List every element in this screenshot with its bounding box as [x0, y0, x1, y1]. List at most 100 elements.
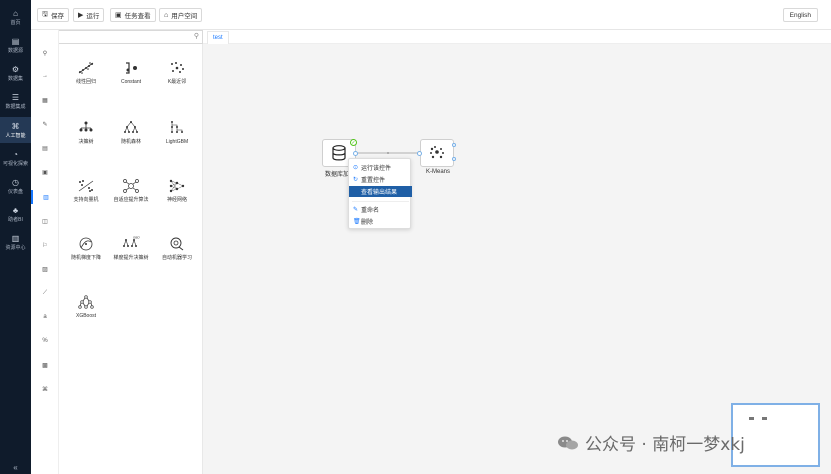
delete-icon: 🗑	[353, 219, 361, 225]
dataset-icon: ⚙	[11, 64, 20, 74]
nav-item-label: 可视化探索	[2, 160, 28, 167]
random-forest-icon	[124, 121, 138, 133]
output-port[interactable]	[353, 151, 358, 156]
component-constant[interactable]: Constant	[108, 60, 154, 104]
language-button[interactable]: English	[782, 8, 818, 22]
menu-item-run[interactable]: ⊙ 运行该控件	[349, 162, 412, 173]
linear-regression-icon	[78, 62, 94, 74]
category-search[interactable]: ⚲	[31, 46, 59, 60]
context-menu: ⊙ 运行该控件 ↻ 重置控件 查看输出结果 ✎ 重命名 🗑 删除	[348, 158, 412, 229]
ai-icon: ⌘	[11, 121, 20, 131]
nav-item-label: 助者BI	[8, 216, 23, 223]
nav-item-label: 人工智能	[5, 132, 26, 139]
component-sgd[interactable]: 随机梯度下降	[63, 236, 109, 280]
component-svm[interactable]: 支持向量机	[63, 178, 109, 222]
resource-icon: ▥	[11, 233, 20, 243]
home-icon: ⌂	[164, 11, 169, 19]
category-line[interactable]: ▨	[31, 262, 59, 276]
component-linear-regression[interactable]: 线性回归	[63, 60, 109, 104]
lightgbm-icon	[171, 121, 183, 133]
integration-icon: ☰	[11, 92, 20, 102]
node-label: K-Means	[426, 169, 451, 175]
component-random-forest[interactable]: 随机森林	[108, 120, 154, 164]
menu-item-reset[interactable]: ↻ 重置控件	[349, 174, 412, 185]
minimap-viewport[interactable]	[732, 404, 819, 466]
category-ml[interactable]: ▥	[31, 190, 59, 204]
svg-text:GBDT: GBDT	[133, 236, 140, 240]
nav-item-assistant[interactable]: ♣ 助者BI	[0, 201, 31, 227]
component-lightgbm[interactable]: LightGBM	[154, 120, 200, 164]
category-flag[interactable]: ⚐	[31, 238, 59, 252]
nav-item-integration[interactable]: ☰ 数据集成	[0, 88, 31, 114]
neural-network-icon	[169, 179, 185, 193]
wechat-icon	[558, 436, 578, 449]
xgboost-icon	[78, 295, 94, 309]
category-edit[interactable]: ✎	[31, 117, 59, 131]
database-icon: ▤	[11, 36, 20, 46]
nav-item-label: 资源中心	[5, 244, 26, 251]
gbdt-icon: GBDT	[123, 236, 140, 247]
explore-icon: ◔	[13, 149, 18, 159]
user-space-button[interactable]: ⌂ 用户空间	[159, 8, 203, 22]
nav-item-ai[interactable]: ⌘ 人工智能	[0, 117, 31, 143]
dashboard-icon: ◷	[12, 177, 19, 187]
assistant-icon: ♣	[12, 205, 19, 215]
left-nav: ⌂ 首页 ▤ 数据源 ⚙ 数据集 ☰ 数据集成 ⌘ 人工智能 ◔ 可视化探索 ◷ 仪表盘 ♣ 助…	[0, 0, 31, 474]
tab-bar: test	[203, 30, 831, 44]
collapse-nav-button[interactable]: «	[0, 463, 31, 472]
nav-item-label: 首页	[10, 19, 21, 26]
minimap-node	[762, 417, 767, 420]
category-table[interactable]: ▦	[31, 93, 59, 107]
run-button[interactable]: ▶ 运行	[73, 8, 105, 22]
decision-tree-icon	[79, 121, 93, 132]
database-icon	[332, 145, 346, 161]
side-port[interactable]	[452, 143, 456, 147]
menu-item-view-output[interactable]: 查看输出结果	[349, 186, 412, 197]
category-text[interactable]: a	[31, 310, 59, 324]
category-arrow[interactable]: →	[31, 69, 59, 83]
tasks-icon: ▣	[115, 12, 122, 19]
category-trend[interactable]: ⟋	[31, 286, 59, 300]
category-chart[interactable]: ◫	[31, 214, 59, 228]
component-adaboost[interactable]: 自适应提升算法	[108, 178, 154, 222]
save-button[interactable]: 🖫 保存	[37, 8, 69, 22]
run-icon: ⊙	[353, 165, 359, 171]
tab-test[interactable]: test	[207, 31, 229, 44]
tasks-button[interactable]: ▣ 任务查看	[110, 8, 156, 22]
play-icon: ▶	[78, 12, 84, 19]
knn-icon	[171, 62, 184, 73]
home-icon: ⌂	[13, 8, 18, 18]
component-xgboost[interactable]: XGBoost	[63, 294, 109, 338]
toolbar: 🖫 保存 ▶ 运行 ▣ 任务查看 ⌂ 用户空间 English	[31, 0, 831, 30]
nav-item-resource[interactable]: ▥ 资源中心	[0, 229, 31, 255]
menu-divider	[352, 201, 409, 202]
reset-icon: ↻	[353, 177, 359, 183]
category-percent[interactable]: %	[31, 334, 59, 348]
category-grid[interactable]: ▣	[31, 165, 59, 179]
nav-item-dashboard[interactable]: ◷ 仪表盘	[0, 173, 31, 199]
component-automl[interactable]: 自动机器学习	[154, 236, 200, 280]
nav-item-home[interactable]: ⌂ 首页	[0, 4, 31, 30]
category-list[interactable]: ▤	[31, 141, 59, 155]
success-status-icon: ✓	[350, 139, 357, 146]
component-knn[interactable]: K最近邻	[154, 60, 200, 104]
category-misc[interactable]: ⌘	[31, 382, 59, 396]
rename-icon: ✎	[353, 207, 359, 213]
menu-item-rename[interactable]: ✎ 重命名	[349, 204, 412, 215]
component-neural-network[interactable]: 神经网络	[154, 178, 200, 222]
component-gbdt[interactable]: GBDT 梯度提升决策树	[108, 236, 154, 280]
component-decision-tree[interactable]: 决策树	[63, 120, 109, 164]
category-matrix[interactable]: ▩	[31, 358, 59, 372]
nav-item-dataset[interactable]: ⚙ 数据集	[0, 60, 31, 86]
node-kmeans[interactable]	[420, 139, 454, 167]
side-port[interactable]	[452, 157, 456, 161]
menu-item-delete[interactable]: 🗑 删除	[349, 216, 412, 227]
svm-icon	[78, 180, 94, 192]
search-icon[interactable]: ⚲	[194, 32, 199, 40]
nav-item-explore[interactable]: ◔ 可视化探索	[0, 145, 31, 171]
category-rail: ⚲ → ▦ ✎ ▤ ▣ ▥ ◫ ⚐ ▨ ⟋ a % ▩ ⌘	[31, 30, 59, 474]
node-label: 数据库加	[325, 172, 350, 178]
minimap-node	[749, 417, 754, 420]
nav-item-datasource[interactable]: ▤ 数据源	[0, 32, 31, 58]
input-port[interactable]	[417, 151, 422, 156]
